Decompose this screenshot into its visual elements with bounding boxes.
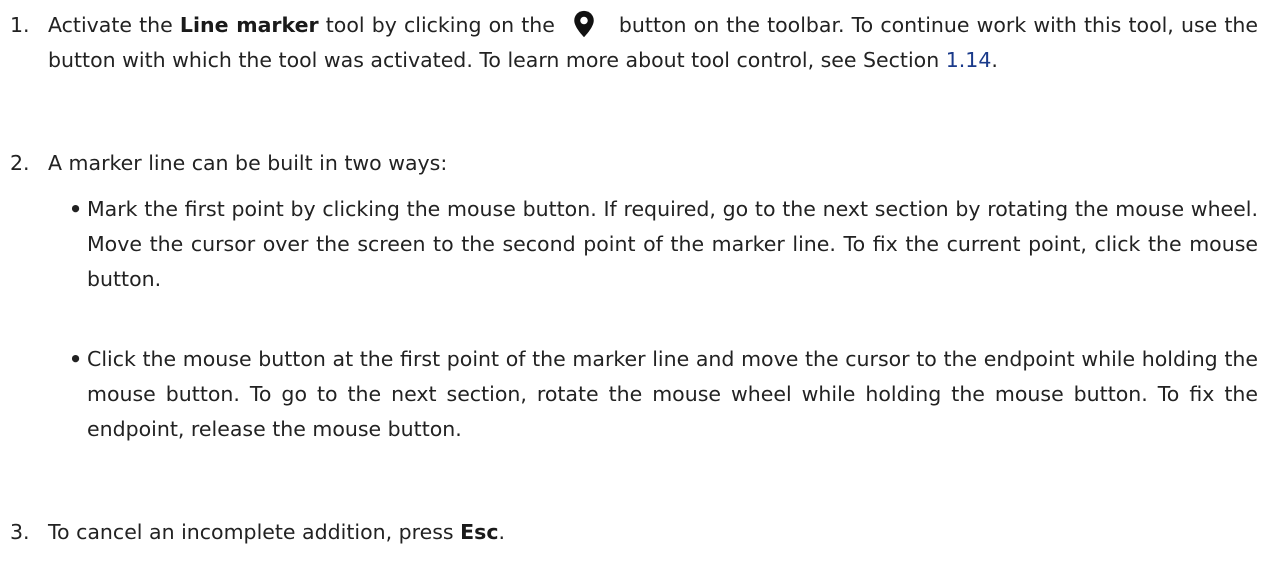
step-number: 3.: [10, 520, 30, 544]
bullet-text: Mark the first point by clicking the mou…: [87, 197, 1258, 291]
step-number: 2.: [10, 151, 30, 175]
list-item: • Click the mouse button at the first po…: [0, 342, 1266, 447]
bullet-text: Click the mouse button at the first poin…: [87, 347, 1258, 441]
map-marker-icon: [569, 9, 599, 39]
tool-name: Line marker: [179, 13, 319, 37]
list-item: • Mark the first point by clicking the m…: [0, 192, 1266, 297]
step-3-text: To cancel an incomplete addition, press …: [48, 520, 506, 544]
section-link[interactable]: 1.14: [946, 48, 992, 72]
bullet-dot: •: [69, 197, 83, 221]
key-name: Esc: [460, 520, 499, 544]
step-number: 1.: [10, 13, 30, 37]
bullet-dot: •: [69, 347, 83, 371]
step-2-text: A marker line can be built in two ways:: [48, 151, 448, 175]
step-1-text: Activate the Line marker tool by clickin…: [48, 8, 1258, 78]
step-3: 3. To cancel an incomplete addition, pre…: [0, 515, 1266, 550]
step-1: 1. Activate the Line marker tool by clic…: [0, 8, 1266, 78]
instruction-page: 1. Activate the Line marker tool by clic…: [0, 0, 1266, 571]
step-2: 2. A marker line can be built in two way…: [0, 146, 1266, 441]
